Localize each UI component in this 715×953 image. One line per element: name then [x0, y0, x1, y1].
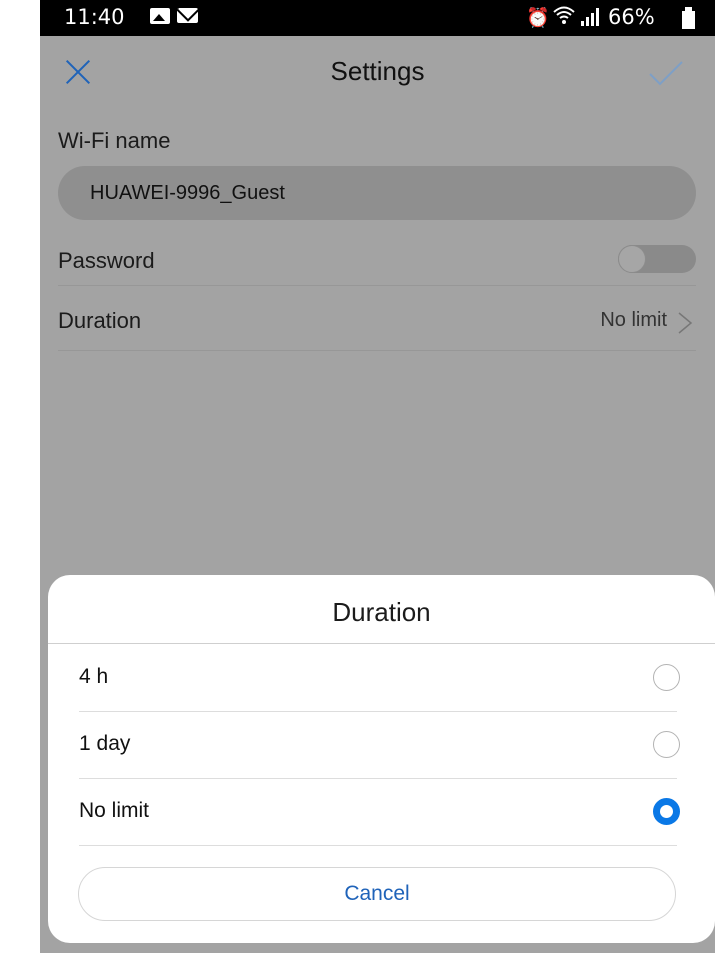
- wifi-icon: [552, 4, 576, 32]
- radio-button-4h[interactable]: [653, 664, 680, 691]
- divider: [58, 285, 696, 286]
- option-label: No limit: [79, 799, 150, 822]
- duration-label[interactable]: Duration: [58, 308, 141, 334]
- radio-button-no-limit[interactable]: [653, 798, 680, 825]
- duration-value[interactable]: No limit: [600, 309, 667, 332]
- duration-dialog: Duration 4 h 1 day No limit Cancel: [48, 575, 715, 943]
- status-time: 11:40: [64, 5, 125, 29]
- signal-icon: [581, 8, 601, 26]
- radio-button-1-day[interactable]: [653, 731, 680, 758]
- option-4h[interactable]: 4 h: [48, 645, 715, 711]
- option-1-day[interactable]: 1 day: [48, 712, 715, 778]
- cancel-button[interactable]: Cancel: [78, 867, 676, 921]
- image-icon: [150, 8, 170, 24]
- password-label: Password: [58, 248, 155, 273]
- alarm-icon: ⏰: [526, 8, 550, 29]
- option-label: 4 h: [79, 665, 109, 688]
- divider: [58, 350, 696, 351]
- toggle-knob: [618, 245, 646, 273]
- app-bar: Settings: [40, 36, 715, 108]
- battery-percent: 66%: [608, 5, 655, 29]
- page-title: Settings: [330, 56, 425, 86]
- check-icon[interactable]: [648, 58, 684, 88]
- dialog-title: Duration: [332, 597, 431, 627]
- status-bar: 11:40 ⏰ 66%: [40, 0, 715, 36]
- option-label: 1 day: [79, 732, 131, 755]
- divider: [79, 845, 677, 846]
- password-toggle[interactable]: [618, 245, 696, 273]
- phone-screen: 11:40 ⏰ 66% Settings Wi-Fi name HUAWEI-9…: [40, 0, 715, 953]
- wifi-name-label: Wi-Fi name: [58, 128, 171, 153]
- dialog-divider: [48, 643, 715, 644]
- option-no-limit[interactable]: No limit: [48, 779, 715, 845]
- chevron-right-icon[interactable]: [676, 310, 694, 336]
- wifi-name-field[interactable]: HUAWEI-9996_Guest: [58, 166, 696, 220]
- mail-icon: [177, 8, 198, 23]
- battery-icon: [682, 7, 695, 29]
